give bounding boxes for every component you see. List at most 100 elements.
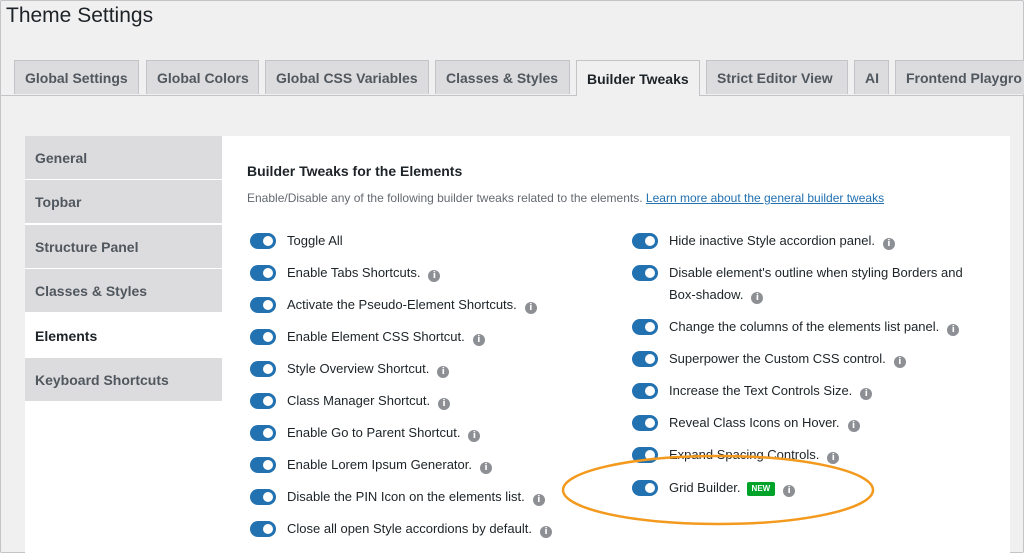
toggle-switch[interactable] — [632, 319, 658, 335]
toggle-knob — [263, 524, 273, 534]
info-icon[interactable]: i — [468, 430, 481, 442]
option-disable-element-outline: Disable element's outline when styling B… — [632, 262, 989, 306]
section-title: Builder Tweaks for the Elements — [247, 163, 463, 179]
option-pseudo-element-shortcuts: Activate the Pseudo-Element Shortcuts. i — [250, 294, 537, 316]
toggle-knob — [645, 268, 655, 278]
new-badge: NEW — [746, 482, 776, 496]
info-icon[interactable]: i — [893, 356, 906, 368]
option-label: Close all open Style accordions by defau… — [287, 521, 532, 536]
option-label: Change the columns of the elements list … — [669, 319, 940, 334]
toggle-switch[interactable] — [250, 489, 276, 505]
option-label: Grid Builder. — [669, 480, 741, 495]
tab-global-css-variables[interactable]: Global CSS Variables — [265, 60, 429, 94]
option-elements-list-columns: Change the columns of the elements list … — [632, 316, 960, 338]
option-hide-inactive-accordion: Hide inactive Style accordion panel. i — [632, 230, 895, 252]
sidebar: General Topbar Structure Panel Classes &… — [25, 136, 222, 553]
toggle-knob — [263, 396, 273, 406]
toggle-knob — [645, 483, 655, 493]
option-label: Enable Go to Parent Shortcut. — [287, 425, 461, 440]
option-label: Enable Tabs Shortcuts. — [287, 265, 421, 280]
option-reveal-class-icons: Reveal Class Icons on Hover. i — [632, 412, 860, 434]
tab-builder-tweaks[interactable]: Builder Tweaks — [576, 60, 700, 96]
toggle-knob — [645, 450, 655, 460]
toggle-knob — [263, 492, 273, 502]
sidebar-item-structure-panel[interactable]: Structure Panel — [25, 225, 222, 269]
toggle-switch[interactable] — [250, 457, 276, 473]
sidebar-item-classes-styles[interactable]: Classes & Styles — [25, 269, 222, 313]
toggle-switch[interactable] — [250, 393, 276, 409]
option-label: Toggle All — [287, 233, 343, 248]
option-label: Style Overview Shortcut. — [287, 361, 430, 376]
info-icon[interactable]: i — [860, 388, 873, 400]
tab-frontend-playground[interactable]: Frontend Playgro — [895, 60, 1024, 94]
section-description-text: Enable/Disable any of the following buil… — [247, 191, 643, 205]
sidebar-item-elements[interactable]: Elements — [25, 314, 222, 358]
option-label: Disable element's outline when styling B… — [669, 265, 963, 302]
toggle-knob — [263, 300, 273, 310]
info-icon[interactable]: i — [947, 324, 960, 336]
option-element-css-shortcut: Enable Element CSS Shortcut. i — [250, 326, 485, 348]
tab-strict-editor-view[interactable]: Strict Editor View — [706, 60, 848, 94]
info-icon[interactable]: i — [783, 485, 796, 497]
option-grid-builder: Grid Builder. NEW i — [632, 477, 796, 499]
toggle-knob — [263, 236, 273, 246]
toggle-knob — [645, 322, 655, 332]
option-label: Increase the Text Controls Size. — [669, 383, 853, 398]
info-icon[interactable]: i — [847, 420, 860, 432]
option-enable-tabs-shortcuts: Enable Tabs Shortcuts. i — [250, 262, 441, 284]
option-label: Disable the PIN Icon on the elements lis… — [287, 489, 525, 504]
toggle-switch[interactable] — [632, 351, 658, 367]
toggle-knob — [645, 354, 655, 364]
toggle-switch[interactable] — [632, 383, 658, 399]
info-icon[interactable]: i — [437, 366, 450, 378]
toggle-knob — [645, 236, 655, 246]
toggle-knob — [263, 332, 273, 342]
tab-classes-styles[interactable]: Classes & Styles — [435, 60, 570, 94]
learn-more-link[interactable]: Learn more about the general builder twe… — [646, 191, 884, 205]
toggle-switch[interactable] — [632, 233, 658, 249]
settings-panel: General Topbar Structure Panel Classes &… — [25, 136, 1010, 553]
toggle-switch[interactable] — [632, 415, 658, 431]
tab-ai[interactable]: AI — [854, 60, 889, 94]
toggle-knob — [263, 268, 273, 278]
toggle-knob — [263, 364, 273, 374]
toggle-switch[interactable] — [250, 233, 276, 249]
option-label: Enable Lorem Ipsum Generator. — [287, 457, 472, 472]
info-icon[interactable]: i — [532, 494, 545, 506]
option-class-manager-shortcut: Class Manager Shortcut. i — [250, 390, 451, 412]
option-label: Class Manager Shortcut. — [287, 393, 431, 408]
info-icon[interactable]: i — [827, 452, 840, 464]
info-icon[interactable]: i — [539, 526, 552, 538]
toggle-switch[interactable] — [250, 425, 276, 441]
section-description: Enable/Disable any of the following buil… — [247, 191, 884, 205]
info-icon[interactable]: i — [524, 302, 537, 314]
page-title: Theme Settings — [6, 4, 154, 27]
option-expand-spacing-controls: Expand Spacing Controls. i — [632, 444, 840, 466]
option-toggle-all: Toggle All — [250, 230, 343, 252]
info-icon[interactable]: i — [751, 292, 764, 304]
info-icon[interactable]: i — [428, 270, 441, 282]
info-icon[interactable]: i — [438, 398, 451, 410]
toggle-switch[interactable] — [250, 361, 276, 377]
toggle-knob — [263, 428, 273, 438]
tab-global-settings[interactable]: Global Settings — [14, 60, 139, 94]
toggle-knob — [645, 418, 655, 428]
info-icon[interactable]: i — [480, 462, 492, 474]
info-icon[interactable]: i — [882, 238, 895, 250]
option-label: Activate the Pseudo-Element Shortcuts. — [287, 297, 517, 312]
toggle-switch[interactable] — [250, 265, 276, 281]
tab-bar: Global Settings Global Colors Global CSS… — [0, 60, 1024, 96]
toggle-switch[interactable] — [250, 297, 276, 313]
toggle-switch[interactable] — [632, 480, 658, 496]
sidebar-item-topbar[interactable]: Topbar — [25, 180, 222, 224]
sidebar-item-keyboard-shortcuts[interactable]: Keyboard Shortcuts — [25, 358, 222, 402]
tab-global-colors[interactable]: Global Colors — [146, 60, 259, 94]
sidebar-item-general[interactable]: General — [25, 136, 222, 180]
toggle-switch[interactable] — [250, 329, 276, 345]
option-label: Hide inactive Style accordion panel. — [669, 233, 875, 248]
toggle-switch[interactable] — [250, 521, 276, 537]
toggle-switch[interactable] — [632, 265, 658, 281]
toggle-knob — [263, 460, 273, 470]
info-icon[interactable]: i — [472, 334, 485, 346]
toggle-switch[interactable] — [632, 447, 658, 463]
